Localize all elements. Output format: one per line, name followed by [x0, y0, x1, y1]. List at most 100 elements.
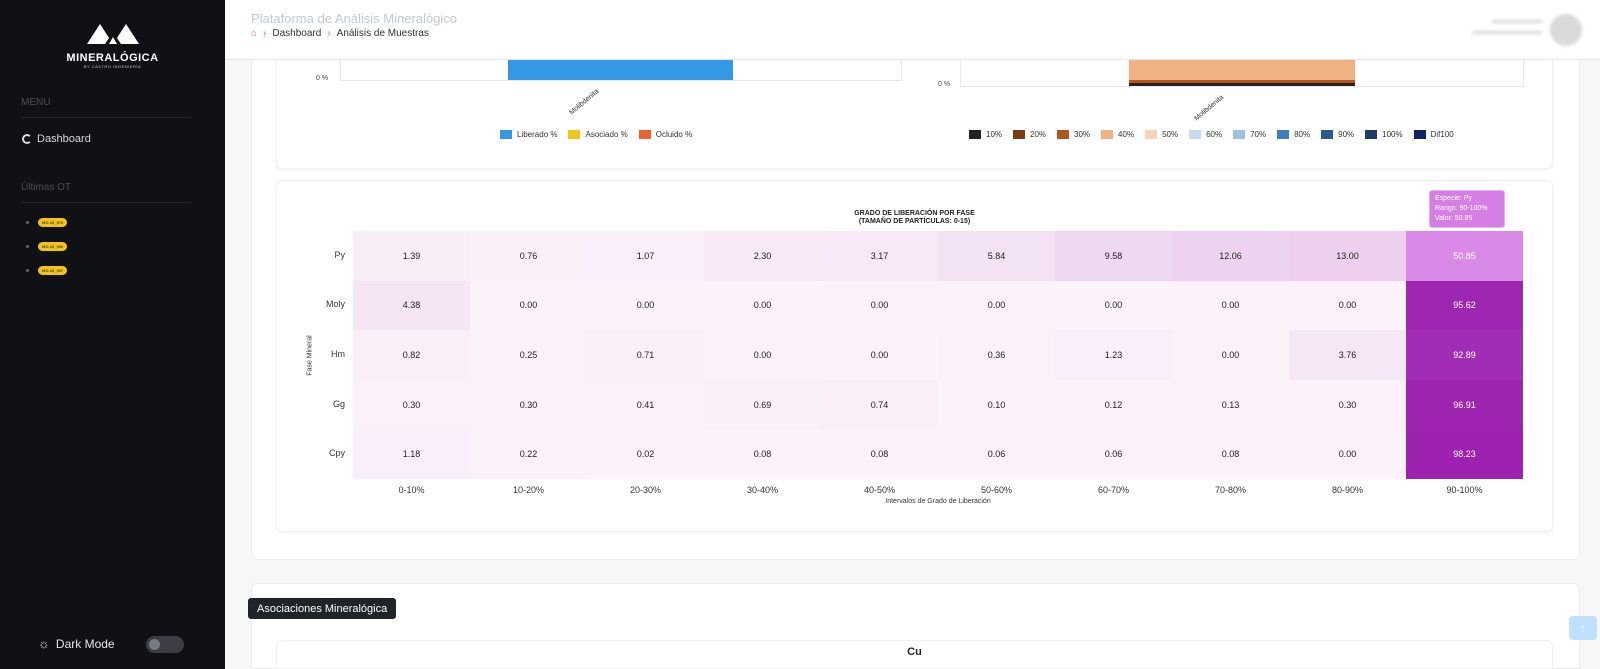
heatmap-cell[interactable]: 96.91: [1406, 379, 1523, 430]
legend-item[interactable]: 10%: [969, 130, 1002, 139]
sidebar-item-dashboard[interactable]: Dashboard: [22, 133, 91, 145]
legend-label: Ocluido %: [655, 130, 693, 139]
heatmap-cell[interactable]: 4.38: [353, 280, 470, 331]
heatmap-cell[interactable]: 0.08: [1172, 429, 1289, 479]
heatmap-cell[interactable]: 1.18: [353, 429, 470, 479]
heatmap-cell[interactable]: 0.71: [587, 330, 704, 380]
bar-40pct[interactable]: [1129, 60, 1355, 80]
right-y-tick: 0 %: [938, 81, 951, 88]
heatmap-cell[interactable]: 0.00: [938, 280, 1055, 331]
tooltip-valor: Valor: 50.85: [1435, 215, 1473, 222]
legend-label: 70%: [1250, 130, 1267, 139]
heatmap-cell[interactable]: 0.00: [1055, 280, 1172, 331]
heatmap-cell[interactable]: 0.00: [821, 280, 938, 331]
heatmap-cell[interactable]: 1.07: [587, 231, 704, 281]
heatmap-cell[interactable]: 92.89: [1406, 330, 1523, 380]
heatmap-cell[interactable]: 2.30: [704, 231, 821, 281]
legend-item[interactable]: Asociado %: [568, 130, 628, 139]
heatmap-cell[interactable]: 0.08: [821, 429, 938, 479]
heatmap-cell[interactable]: 0.82: [353, 330, 470, 380]
heatmap-cell[interactable]: 0.30: [1289, 379, 1406, 430]
heatmap-cell[interactable]: 0.10: [938, 379, 1055, 430]
legend-item[interactable]: Ocluido %: [638, 130, 693, 139]
sun-icon: ☼: [38, 636, 50, 651]
bullet-icon: [26, 221, 29, 224]
heatmap-cell[interactable]: 0.00: [1289, 429, 1406, 479]
heatmap-cell[interactable]: 0.00: [704, 330, 821, 380]
heatmap-cell[interactable]: 9.58: [1055, 231, 1172, 281]
heatmap-cell[interactable]: 13.00: [1289, 231, 1406, 281]
heatmap-cell[interactable]: 0.00: [821, 330, 938, 380]
chevron-right-icon: ›: [263, 28, 267, 39]
heatmap-cell[interactable]: 12.06: [1172, 231, 1289, 281]
swatch: [1233, 130, 1246, 139]
heatmap-cell[interactable]: 0.76: [470, 231, 587, 281]
swatch: [1101, 130, 1114, 139]
legend-item[interactable]: Liberado %: [500, 130, 557, 139]
heatmap-cell[interactable]: 0.12: [1055, 379, 1172, 430]
liberado-bar[interactable]: [508, 60, 733, 80]
legend-item[interactable]: 70%: [1233, 130, 1266, 139]
heatmap-cell[interactable]: 0.00: [470, 280, 587, 331]
bar-10pct[interactable]: [1129, 83, 1355, 86]
avatar[interactable]: [1550, 14, 1582, 46]
cu-chart-title: Cu: [907, 646, 922, 658]
legend-item[interactable]: 80%: [1277, 130, 1310, 139]
dark-mode-toggle[interactable]: [146, 636, 184, 653]
legend-label: Liberado %: [517, 130, 558, 139]
legend-item[interactable]: 30%: [1057, 130, 1090, 139]
ot-badge: MO-16_057: [38, 266, 68, 275]
heatmap-cell[interactable]: 0.25: [470, 330, 587, 380]
swatch: [1145, 130, 1158, 139]
heatmap-cell[interactable]: 1.23: [1055, 330, 1172, 380]
legend-item[interactable]: 60%: [1189, 130, 1222, 139]
heatmap-cell[interactable]: 0.13: [1172, 379, 1289, 430]
left-y-tick: 0 %: [316, 75, 329, 82]
heatmap-cell[interactable]: 1.39: [353, 231, 470, 281]
heatmap-col-label: 80-90%: [1331, 485, 1364, 495]
heatmap-cell[interactable]: 98.23: [1406, 429, 1523, 479]
heatmap-row-label: Py: [334, 249, 345, 260]
legend-item[interactable]: Dif100: [1413, 130, 1454, 139]
heatmap-cell[interactable]: 0.00: [1289, 280, 1406, 331]
heatmap-cell[interactable]: 50.85: [1406, 231, 1523, 281]
swatch: [638, 130, 651, 139]
heatmap-cell[interactable]: 0.41: [587, 379, 704, 430]
heatmap-cell[interactable]: 0.22: [470, 429, 587, 479]
recent-ot-item[interactable]: MO-16_057: [26, 266, 68, 275]
user-info[interactable]: [1457, 17, 1542, 41]
heatmap-cell[interactable]: 5.84: [938, 231, 1055, 281]
legend-item[interactable]: 100%: [1365, 130, 1403, 139]
brand-logo[interactable]: MINERALÓGICA BY CASTRO INGENIERÍA: [60, 22, 165, 69]
heatmap-cell[interactable]: 0.30: [470, 379, 587, 430]
heatmap-cell[interactable]: 0.02: [587, 429, 704, 479]
heatmap-cell[interactable]: 0.08: [704, 429, 821, 479]
heatmap-cell[interactable]: 3.76: [1289, 330, 1406, 380]
heatmap-cell[interactable]: 0.06: [938, 429, 1055, 479]
recent-ot-item[interactable]: MO-16_059: [26, 242, 68, 251]
heatmap-cell[interactable]: 0.00: [587, 280, 704, 331]
heatmap-row-label: Moly: [325, 299, 345, 310]
heatmap-cell[interactable]: 0.36: [938, 330, 1055, 380]
legend-item[interactable]: 90%: [1321, 130, 1354, 139]
swatch: [500, 130, 512, 139]
swatch: [1413, 130, 1426, 139]
scroll-to-top-button[interactable]: ↑: [1569, 616, 1597, 640]
home-icon[interactable]: ⌂: [251, 28, 257, 39]
heatmap-cell[interactable]: 95.62: [1406, 280, 1523, 331]
heatmap-cell[interactable]: 0.00: [704, 280, 821, 331]
heatmap-cell[interactable]: 0.69: [704, 379, 821, 430]
recent-ot-item[interactable]: MO-16_070: [26, 218, 68, 227]
legend-item[interactable]: 50%: [1145, 130, 1178, 139]
heatmap-cell[interactable]: 0.06: [1055, 429, 1172, 479]
legend-item[interactable]: 40%: [1101, 130, 1134, 139]
breadcrumb-dashboard[interactable]: Dashboard: [272, 28, 321, 39]
heatmap-cell[interactable]: 0.00: [1172, 280, 1289, 331]
heatmap-cell[interactable]: 0.74: [821, 379, 938, 430]
right-legend: 10% 20% 30% 40% 50% 60% 70% 80% 90% 100% Dif100: [969, 130, 1465, 139]
associations-tab[interactable]: Asociaciones Mineralógica: [248, 598, 397, 619]
heatmap-cell[interactable]: 3.17: [821, 231, 938, 281]
heatmap-cell[interactable]: 0.30: [353, 379, 470, 430]
heatmap-cell[interactable]: 0.00: [1172, 330, 1289, 380]
legend-item[interactable]: 20%: [1013, 130, 1046, 139]
